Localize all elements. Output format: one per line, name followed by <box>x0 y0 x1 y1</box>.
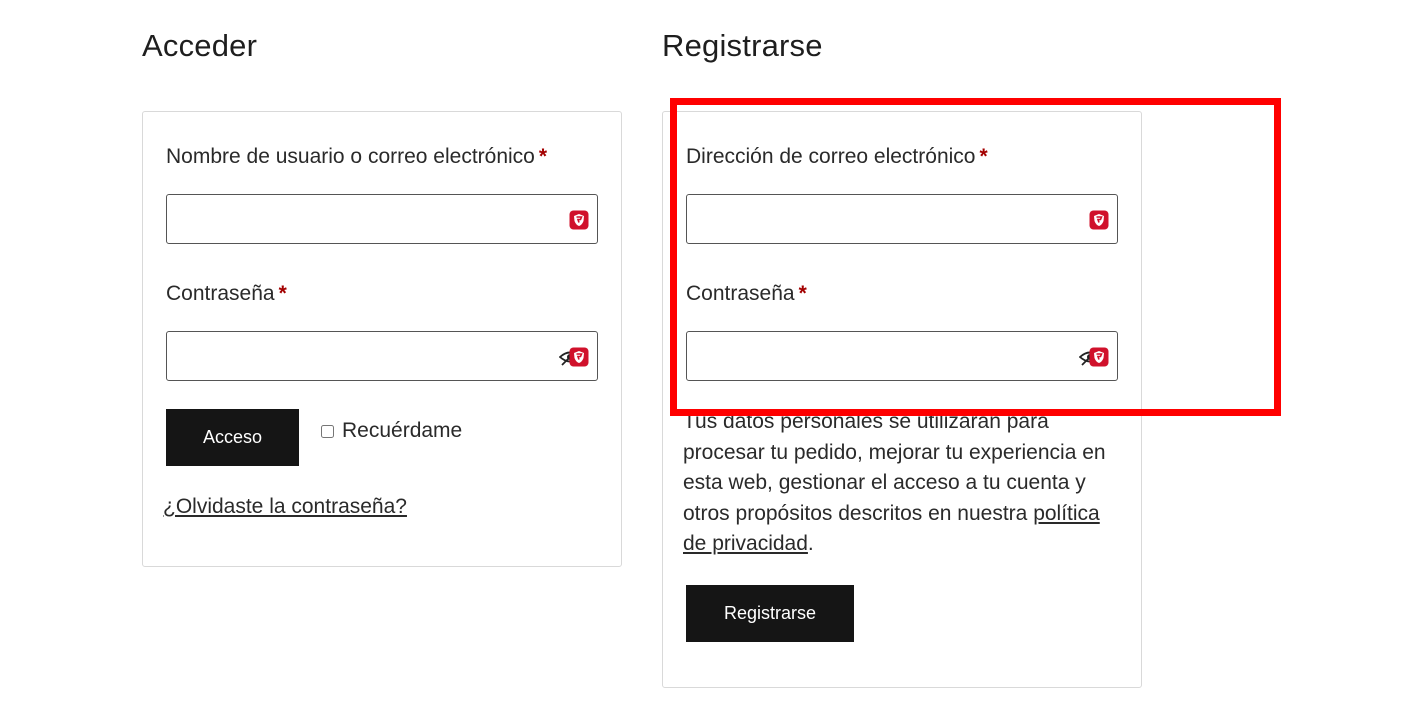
password-label: Contraseña * <box>166 282 287 306</box>
username-label: Nombre de usuario o correo electrónico * <box>166 145 547 169</box>
username-label-text: Nombre de usuario o correo electrónico <box>166 145 535 168</box>
required-mark: * <box>538 145 548 168</box>
register-password-label: Contraseña * <box>686 282 807 306</box>
password-label-text: Contraseña <box>166 282 275 305</box>
password-field <box>166 331 598 381</box>
email-field <box>686 194 1118 244</box>
privacy-end: . <box>807 532 814 555</box>
register-button[interactable]: Registrarse <box>686 585 854 642</box>
login-form: Nombre de usuario o correo electrónico * … <box>142 111 622 567</box>
register-title: Registrarse <box>662 28 823 63</box>
login-button[interactable]: Acceso <box>166 409 299 466</box>
lost-password-link[interactable]: ¿Olvidaste la contraseña? <box>163 495 407 519</box>
required-mark: * <box>979 145 988 168</box>
shield-extension-icon[interactable] <box>569 210 589 230</box>
remember-checkbox[interactable] <box>321 424 334 438</box>
shield-extension-icon[interactable] <box>1089 210 1109 230</box>
register-password-label-text: Contraseña <box>686 282 795 305</box>
register-form: Dirección de correo electrónico * Contras… <box>662 111 1142 688</box>
email-label-text: Dirección de correo electrónico <box>686 145 976 168</box>
email-input[interactable] <box>687 195 1117 243</box>
password-input[interactable] <box>167 332 597 380</box>
shield-extension-icon[interactable] <box>1089 347 1109 367</box>
login-title: Acceder <box>142 28 258 63</box>
shield-extension-icon[interactable] <box>569 347 589 367</box>
username-field <box>166 194 598 244</box>
remember-label: Recuérdame <box>342 419 463 442</box>
remember-me[interactable]: Recuérdame <box>321 419 462 443</box>
email-label: Dirección de correo electrónico * <box>686 145 988 169</box>
required-mark: * <box>278 282 287 305</box>
privacy-notice: Tus datos personales se utilizarán para … <box>683 407 1128 560</box>
register-password-field <box>686 331 1118 381</box>
username-input[interactable] <box>167 195 597 243</box>
register-password-input[interactable] <box>687 332 1117 380</box>
required-mark: * <box>798 282 807 305</box>
